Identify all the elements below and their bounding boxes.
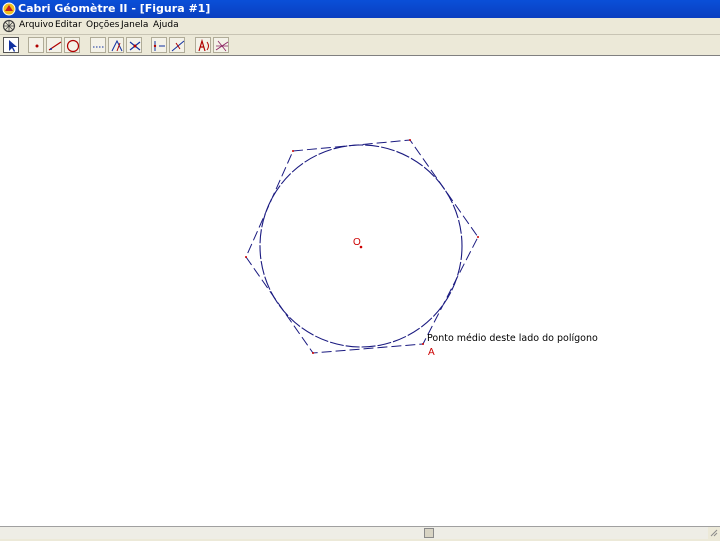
drawing-canvas[interactable]: O A Ponto médio deste lado do polígono [0, 56, 720, 526]
status-bar [0, 526, 720, 541]
center-label: O [353, 237, 361, 248]
transform-tool-button[interactable] [108, 37, 124, 53]
point-a-label: A [428, 347, 435, 358]
menu-bar: Arquivo Editar Opções Janela Ajuda [0, 18, 720, 35]
measure-icon [171, 40, 185, 52]
resize-grip-icon[interactable] [710, 529, 718, 537]
dotted-line-icon [93, 46, 105, 48]
pointer-tool-button[interactable] [3, 37, 19, 53]
window-title: Cabri Géomètre II - [Figura #1] [18, 2, 211, 15]
draw-tool-button[interactable] [213, 37, 229, 53]
scrollbar-thumb[interactable] [424, 528, 434, 538]
macro-icon [129, 41, 141, 51]
arrow-pointer-icon [9, 40, 17, 52]
menu-janela[interactable]: Janela [121, 20, 148, 30]
menu-ajuda[interactable]: Ajuda [153, 20, 179, 30]
line-icon [48, 41, 62, 51]
line-tool-button[interactable] [46, 37, 62, 53]
tool-bar [0, 35, 720, 56]
circle-icon [66, 39, 80, 53]
transform-icon [111, 39, 123, 52]
curve-tool-button[interactable] [64, 37, 80, 53]
point-icon [35, 44, 39, 48]
check-property-icon [153, 41, 165, 51]
menu-editar[interactable]: Editar [55, 20, 82, 30]
menu-arquivo[interactable]: Arquivo [19, 20, 53, 30]
display-tool-button[interactable] [195, 37, 211, 53]
label-icon [198, 38, 209, 52]
point-tool-button[interactable] [28, 37, 44, 53]
document-icon[interactable] [2, 19, 16, 33]
cabri-app-icon [2, 2, 16, 16]
title-bar: Cabri Géomètre II - [Figura #1] [0, 0, 720, 18]
tooltip-midpoint: Ponto médio deste lado do polígono [427, 333, 598, 344]
macro-tool-button[interactable] [126, 37, 142, 53]
measure-tool-button[interactable] [169, 37, 185, 53]
construct-tool-button[interactable] [90, 37, 106, 53]
check-property-tool-button[interactable] [151, 37, 167, 53]
menu-opcoes[interactable]: Opções [86, 20, 119, 30]
horizontal-scrollbar[interactable] [0, 527, 708, 539]
draw-icon [215, 40, 229, 52]
